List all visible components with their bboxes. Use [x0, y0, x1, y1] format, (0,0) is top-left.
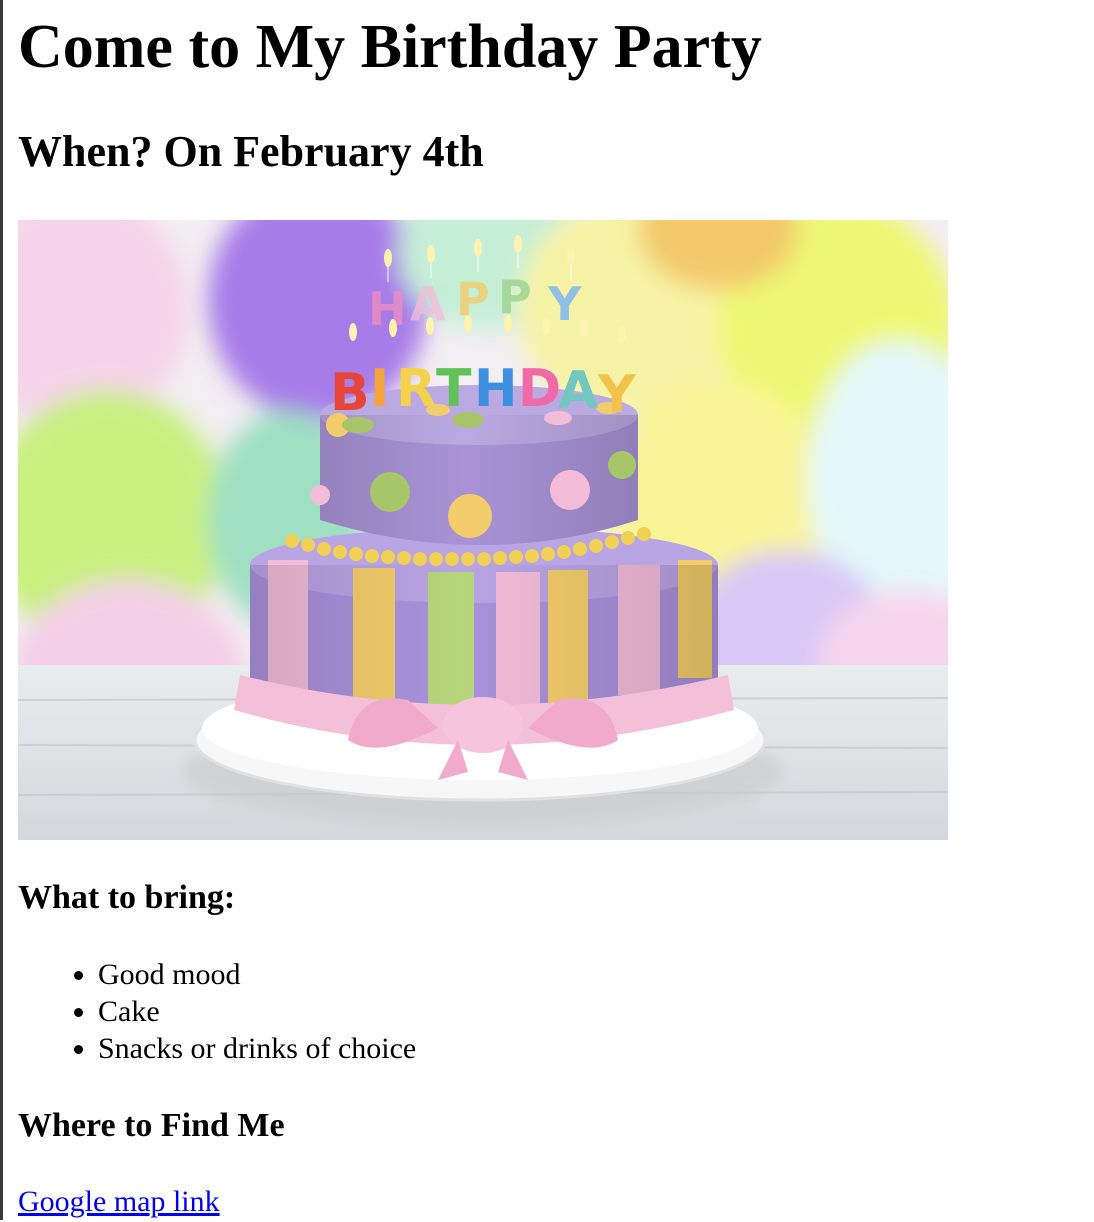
page-title: Come to My Birthday Party: [18, 13, 762, 81]
svg-text:P: P: [456, 272, 490, 326]
list-item: Good mood: [98, 956, 416, 993]
svg-text:H: H: [474, 359, 518, 419]
birthday-cake-image: H A P P Y B I R T H D A Y: [18, 220, 948, 840]
svg-text:T: T: [436, 359, 472, 419]
svg-text:H: H: [368, 282, 407, 336]
svg-text:Y: Y: [547, 277, 582, 331]
what-to-bring-heading: What to bring:: [18, 879, 236, 916]
list-item: Cake: [98, 993, 416, 1030]
what-to-bring-list: Good mood Cake Snacks or drinks of choic…: [18, 956, 416, 1067]
svg-text:B: B: [330, 363, 370, 423]
window-left-edge: [0, 0, 3, 1220]
svg-text:R: R: [396, 359, 436, 419]
svg-text:Y: Y: [597, 365, 637, 425]
svg-text:P: P: [498, 270, 532, 324]
google-map-link[interactable]: Google map link: [18, 1182, 220, 1222]
party-date-heading: When? On February 4th: [18, 127, 484, 176]
where-to-find-me-heading: Where to Find Me: [18, 1107, 285, 1144]
list-item: Snacks or drinks of choice: [98, 1030, 416, 1067]
svg-text:D: D: [518, 359, 561, 419]
svg-text:A: A: [558, 361, 598, 421]
svg-text:I: I: [370, 359, 389, 419]
